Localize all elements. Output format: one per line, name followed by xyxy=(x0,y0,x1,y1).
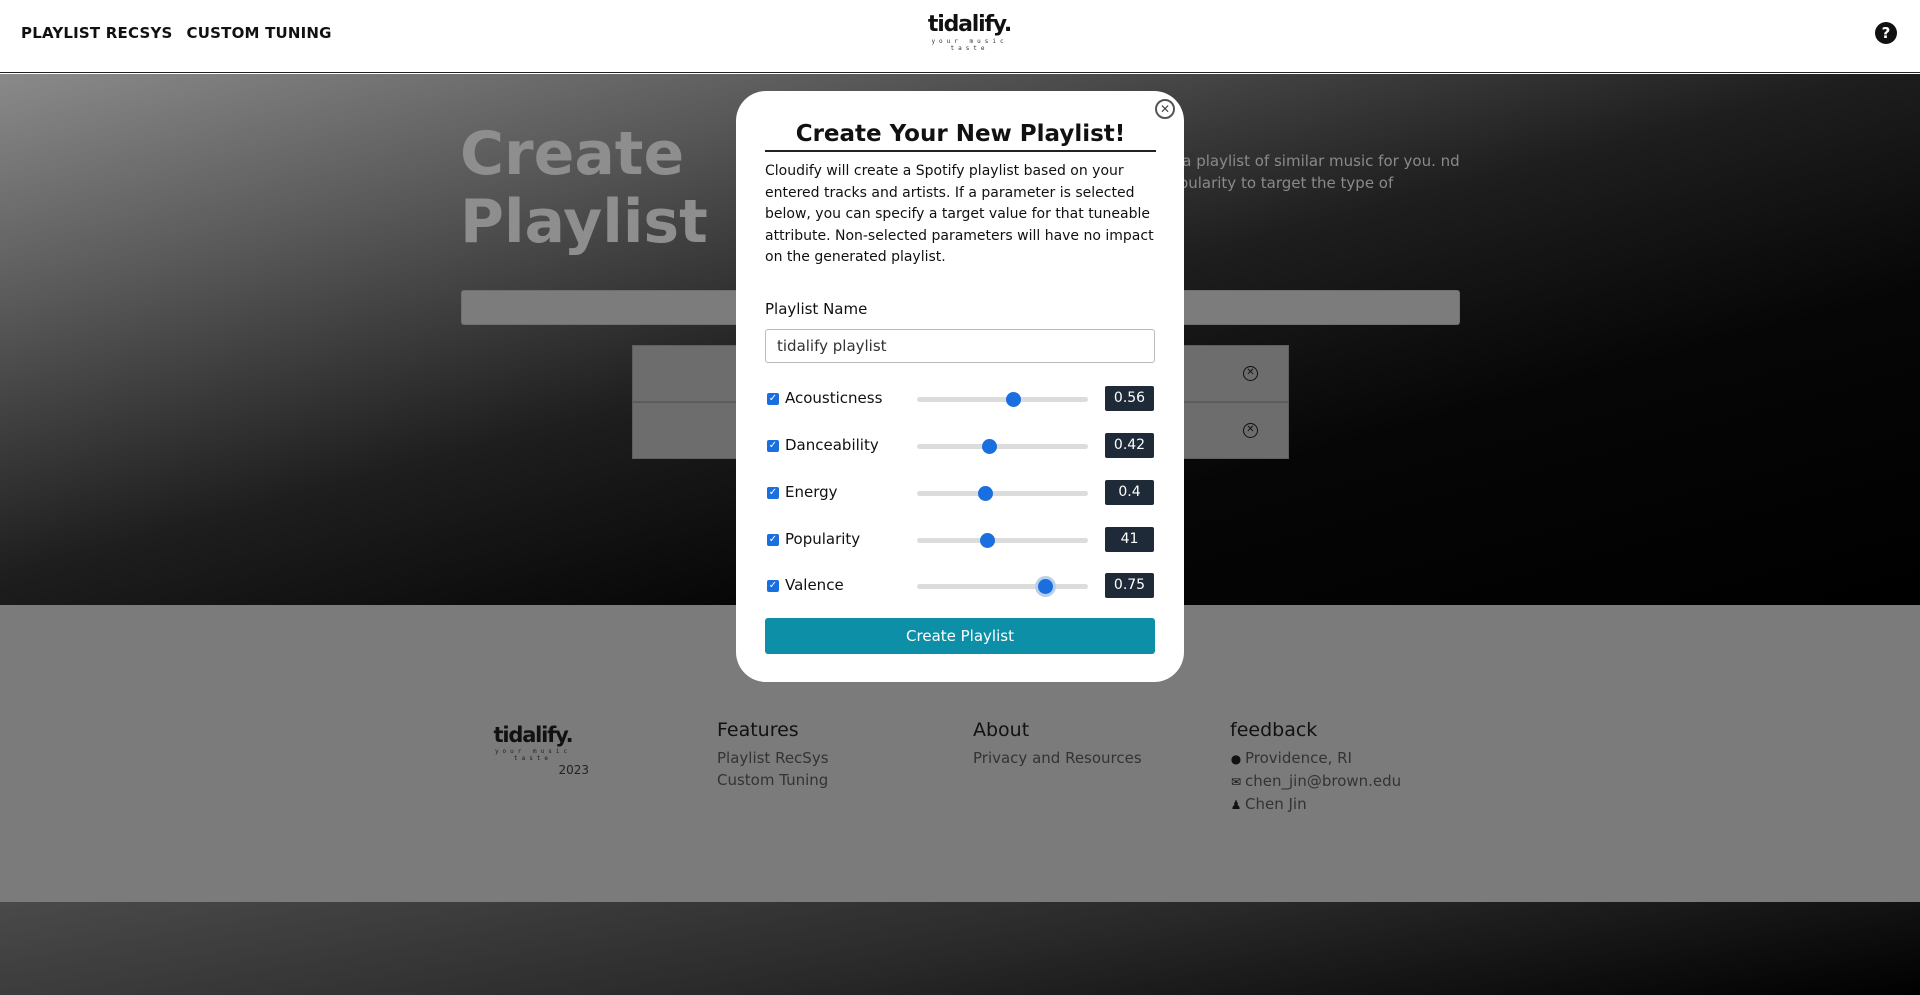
nav-link-playlist-recsys[interactable]: PLAYLIST RECSYS xyxy=(21,24,173,42)
valence-slider-thumb[interactable] xyxy=(1038,579,1054,594)
nav-link-custom-tuning[interactable]: CUSTOM TUNING xyxy=(187,24,332,42)
param-row-acousticness: ✓ Acousticness 0.56 xyxy=(765,386,1156,412)
popularity-slider-thumb[interactable] xyxy=(980,533,996,548)
hero-description: ce a playlist of similar music for you. … xyxy=(1160,152,1460,192)
brand-name: tidalify. xyxy=(927,12,1012,37)
footer-brand-name: tidalify. xyxy=(493,723,574,747)
user-icon: ♟ xyxy=(1230,798,1242,812)
nav-links: PLAYLIST RECSYS CUSTOM TUNING xyxy=(21,24,332,42)
energy-slider[interactable] xyxy=(917,486,1088,501)
map-pin-icon: ● xyxy=(1230,752,1242,766)
energy-label: Energy xyxy=(785,483,838,501)
acousticness-slider-thumb[interactable] xyxy=(1005,392,1021,407)
close-circle-icon[interactable]: ✕ xyxy=(1243,423,1258,438)
param-row-popularity: ✓ Popularity 41 xyxy=(765,527,1156,553)
modal-title: Create Your New Playlist! xyxy=(765,121,1156,152)
footer-features-heading: Features xyxy=(717,719,799,741)
footer-link-custom-tuning[interactable]: Custom Tuning xyxy=(717,769,829,791)
danceability-label: Danceability xyxy=(785,436,879,454)
question-circle-icon[interactable]: ? xyxy=(1875,22,1897,44)
close-circle-icon[interactable]: ✕ xyxy=(1243,366,1258,381)
valence-slider[interactable] xyxy=(917,579,1088,594)
danceability-value: 0.42 xyxy=(1105,433,1154,458)
energy-checkbox[interactable]: ✓ xyxy=(767,487,779,499)
modal-description: Cloudify will create a Spotify playlist … xyxy=(765,163,1154,265)
acousticness-slider[interactable] xyxy=(917,392,1088,407)
brand-logo[interactable]: tidalify. your music taste xyxy=(912,12,1027,53)
energy-value: 0.4 xyxy=(1105,480,1154,505)
energy-slider-thumb[interactable] xyxy=(978,486,994,501)
danceability-checkbox[interactable]: ✓ xyxy=(767,440,779,452)
param-row-valence: ✓ Valence 0.75 xyxy=(765,573,1156,599)
footer-feedback-author: ♟ Chen Jin xyxy=(1230,793,1401,816)
navbar: PLAYLIST RECSYS CUSTOM TUNING tidalify. … xyxy=(0,0,1920,73)
playlist-name-input[interactable] xyxy=(765,329,1155,363)
footer-about-heading: About xyxy=(973,719,1030,741)
danceability-slider-thumb[interactable] xyxy=(981,439,997,454)
valence-value: 0.75 xyxy=(1105,573,1154,598)
popularity-value: 41 xyxy=(1105,527,1154,552)
footer-features: Features Playlist RecSys Custom Tuning xyxy=(717,719,829,791)
bottom-strip xyxy=(0,902,1920,995)
popularity-slider[interactable] xyxy=(917,533,1088,548)
close-icon[interactable]: ✕ xyxy=(1155,99,1175,119)
footer-link-privacy[interactable]: Privacy and Resources xyxy=(973,747,1142,769)
footer-brand: tidalify. your music taste 2023 xyxy=(473,723,593,777)
valence-label: Valence xyxy=(785,576,844,594)
danceability-slider[interactable] xyxy=(917,439,1088,454)
popularity-checkbox[interactable]: ✓ xyxy=(767,534,779,546)
param-row-energy: ✓ Energy 0.4 xyxy=(765,480,1156,506)
footer-feedback: feedback ● Providence, RI ✉ chen_jin@brown… xyxy=(1230,719,1401,816)
brand-tagline: your music taste xyxy=(931,38,1008,52)
create-playlist-modal: ✕ Create Your New Playlist! Cloudify wil… xyxy=(736,91,1184,682)
create-playlist-button[interactable]: Create Playlist xyxy=(765,618,1155,654)
author-text: Chen Jin xyxy=(1245,795,1307,813)
acousticness-value: 0.56 xyxy=(1105,386,1154,411)
email-text: chen_jin@brown.edu xyxy=(1245,772,1402,790)
footer-link-playlist-recsys[interactable]: Playlist RecSys xyxy=(717,747,829,769)
playlist-name-label: Playlist Name xyxy=(765,300,868,318)
footer-feedback-heading: feedback xyxy=(1230,719,1318,741)
footer-brand-tagline: your music taste xyxy=(494,748,572,762)
footer-year: 2023 xyxy=(558,763,589,777)
acousticness-label: Acousticness xyxy=(785,389,883,407)
acousticness-checkbox[interactable]: ✓ xyxy=(767,393,779,405)
envelope-icon: ✉ xyxy=(1230,775,1242,789)
page-title: Create Playlist xyxy=(460,119,708,257)
location-text: Providence, RI xyxy=(1245,749,1352,767)
valence-checkbox[interactable]: ✓ xyxy=(767,580,779,592)
param-row-danceability: ✓ Danceability 0.42 xyxy=(765,433,1156,459)
footer-about: About Privacy and Resources xyxy=(973,719,1142,769)
footer-feedback-email[interactable]: ✉ chen_jin@brown.edu xyxy=(1230,770,1401,793)
popularity-label: Popularity xyxy=(785,530,861,548)
footer-feedback-location: ● Providence, RI xyxy=(1230,747,1401,770)
